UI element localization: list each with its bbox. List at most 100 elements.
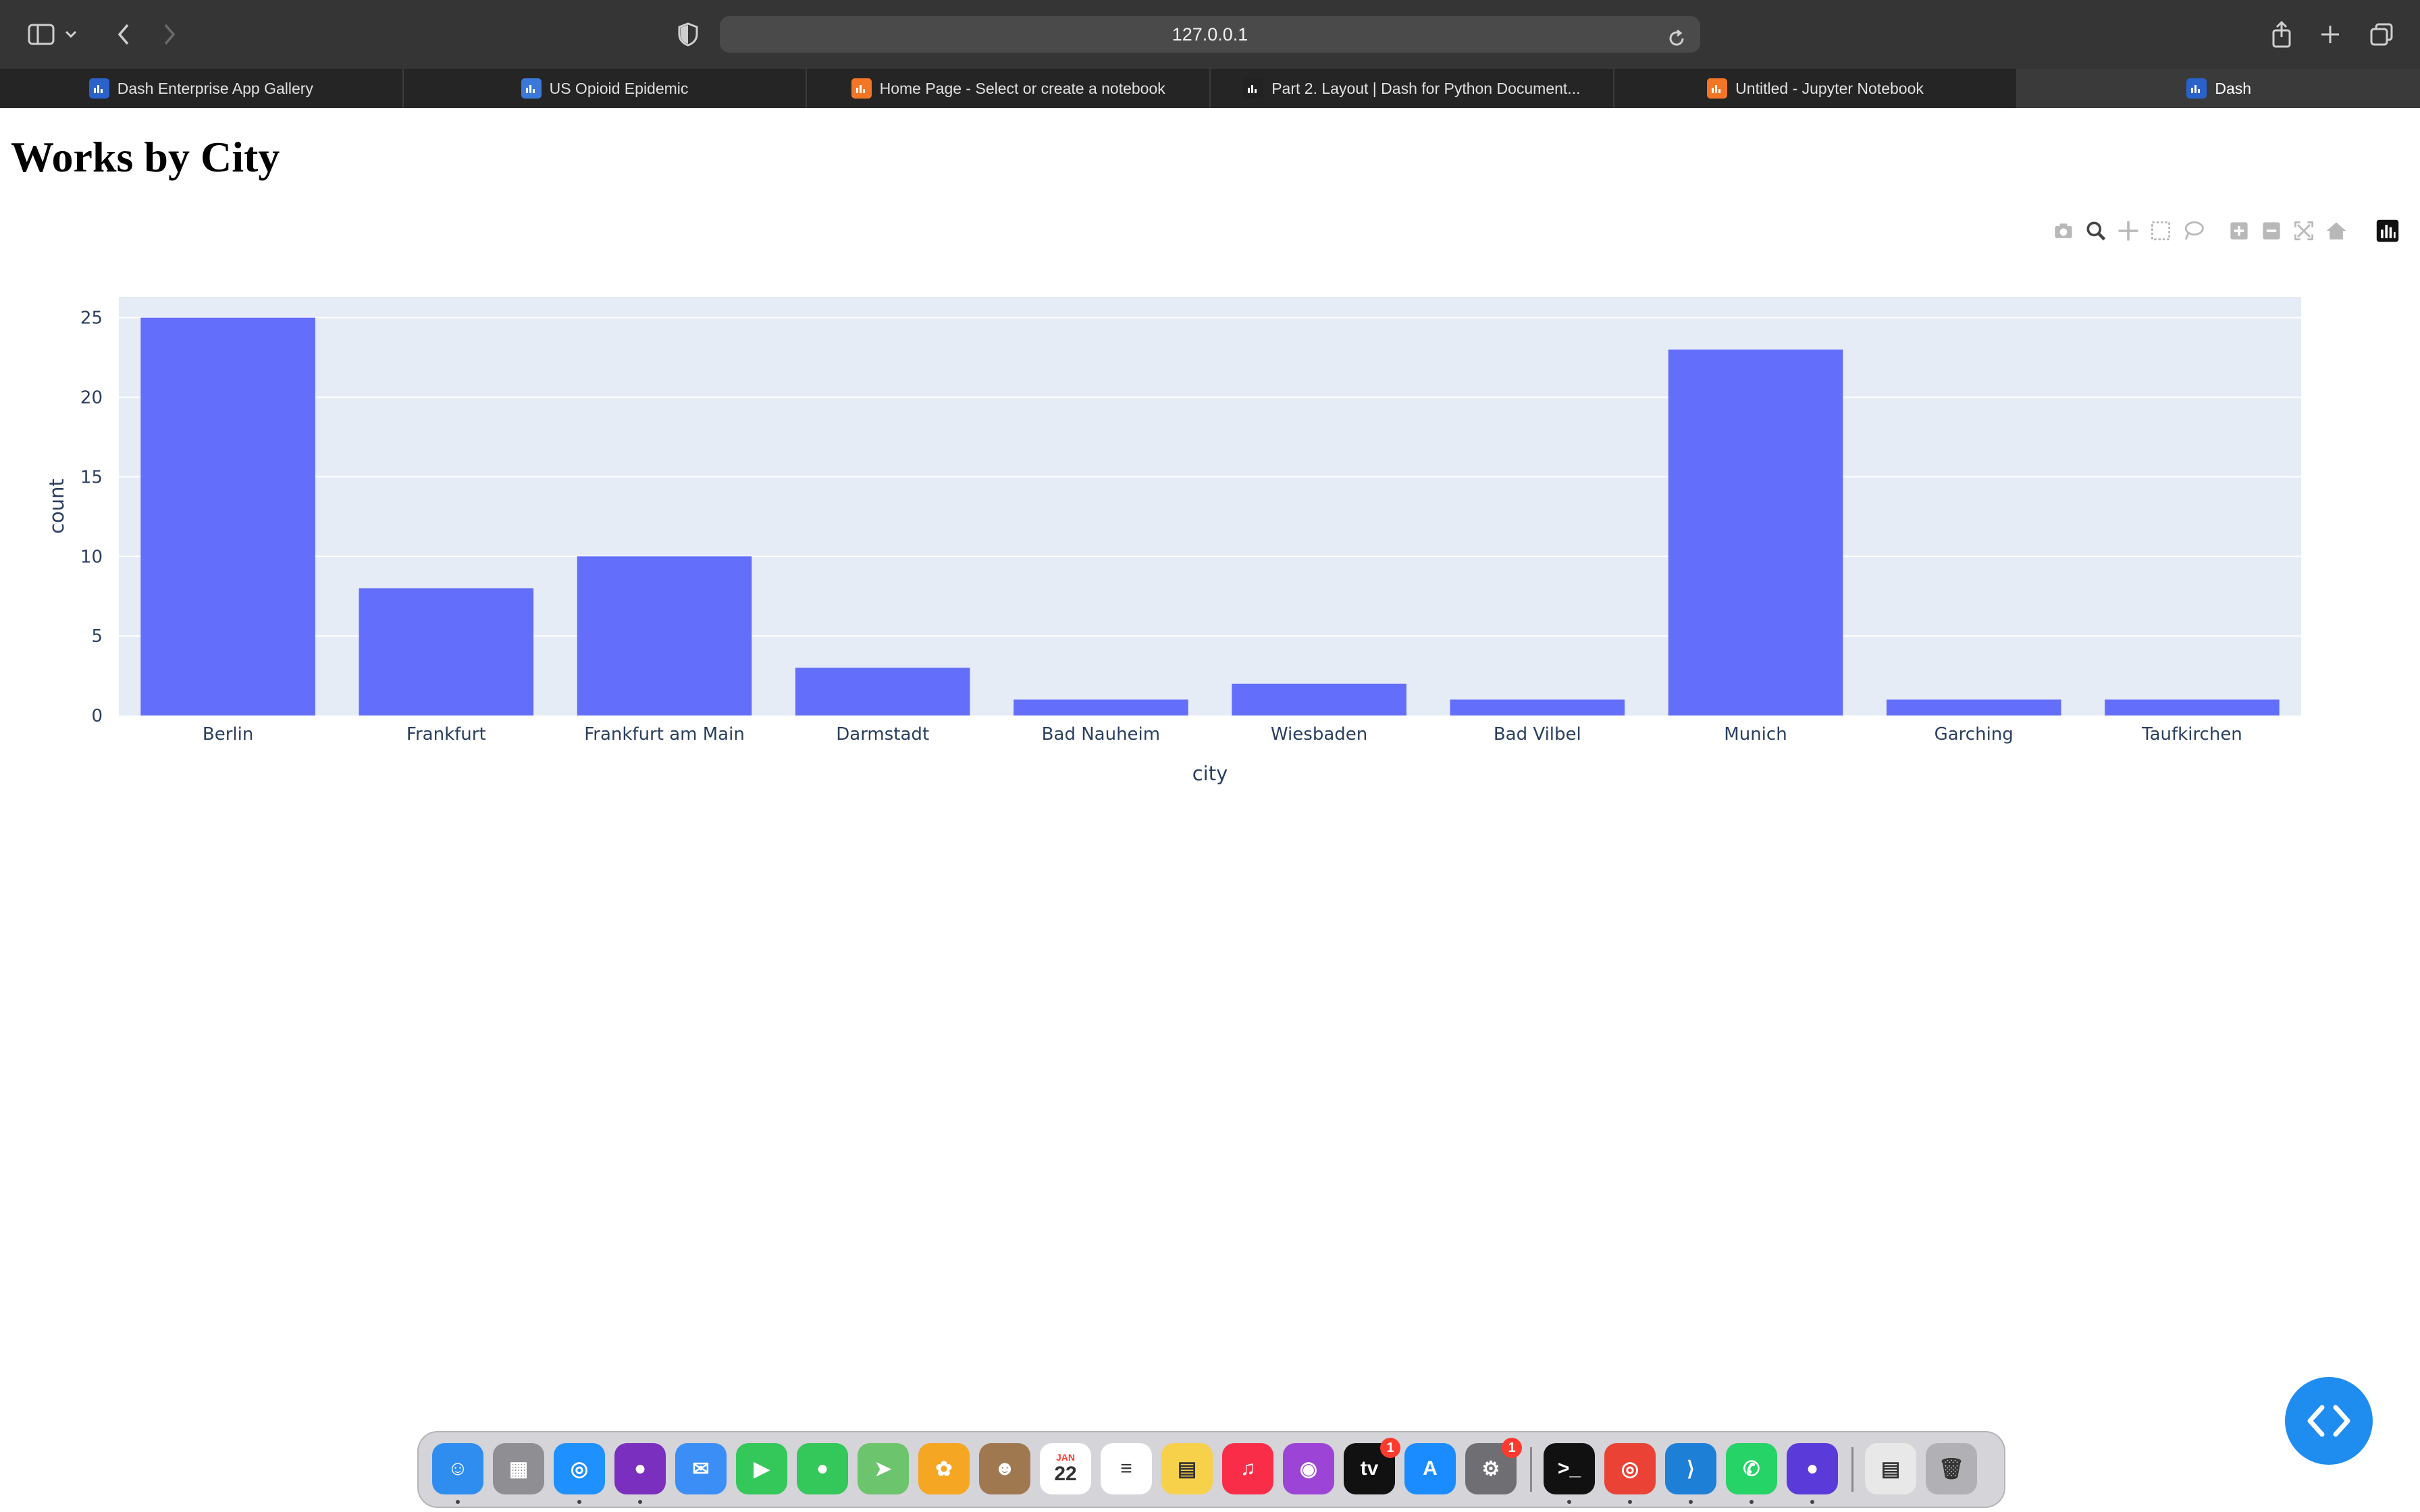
tab-0[interactable]: Dash Enterprise App Gallery [0, 69, 404, 108]
notes-icon[interactable]: ▤ [1161, 1443, 1213, 1494]
x-tick-label: Frankfurt [406, 724, 486, 745]
camera-icon[interactable] [2050, 217, 2077, 244]
x-tick-label: Taufkirchen [2141, 724, 2242, 745]
bar-berlin[interactable] [140, 317, 315, 716]
whatsapp-icon[interactable]: ✆ [1726, 1443, 1777, 1494]
contacts-icon[interactable]: ☻ [979, 1443, 1030, 1494]
tab-5[interactable]: Dash [2018, 69, 2420, 108]
bar-chart[interactable]: 0 5 10 15 20 25 Berlin Frankfurt Frankfurt am Ma… [0, 270, 2420, 796]
zoom-in-icon[interactable] [2226, 217, 2253, 244]
dock-separator [1851, 1447, 1853, 1492]
notification-badge: 1 [1502, 1438, 1522, 1458]
pan-icon[interactable] [2115, 217, 2142, 244]
bar-taufkirchen[interactable] [2105, 699, 2280, 716]
facetime-icon[interactable]: ▶ [736, 1443, 787, 1494]
dock-glyph: ◎ [1621, 1457, 1639, 1480]
bar-garching[interactable] [1886, 699, 2061, 716]
share-icon[interactable] [2266, 19, 2297, 50]
reload-icon[interactable] [1666, 24, 1687, 46]
running-indicator [1628, 1500, 1632, 1504]
tab-label: Home Page - Select or create a notebook [879, 79, 1165, 97]
maps-icon[interactable]: ➤ [858, 1443, 909, 1494]
app-store-icon[interactable]: A [1404, 1443, 1456, 1494]
new-tab-icon[interactable] [2315, 19, 2346, 50]
zoom-icon[interactable] [2082, 217, 2109, 244]
dock-glyph: ▦ [508, 1457, 529, 1480]
bar-frankfurt[interactable] [359, 588, 534, 716]
y-tick-label: 25 [80, 308, 103, 329]
dock-glyph: ▤ [1880, 1457, 1901, 1480]
firefox-dev-icon[interactable]: ● [1787, 1443, 1838, 1494]
x-tick-label: Darmstadt [836, 724, 929, 745]
dock-glyph: ✆ [1743, 1457, 1760, 1480]
tab-4[interactable]: Untitled - Jupyter Notebook [1614, 69, 2018, 108]
chevron-down-icon[interactable] [61, 19, 81, 50]
dash-app-icon [521, 78, 542, 99]
launchpad-icon[interactable]: ▦ [493, 1443, 544, 1494]
dock-glyph: 22 [1054, 1463, 1077, 1485]
forward-icon[interactable] [154, 19, 185, 50]
terminal-icon[interactable]: >_ [1544, 1443, 1595, 1494]
url-text: 127.0.0.1 [1172, 24, 1248, 45]
bar-munich[interactable] [1668, 349, 1843, 716]
back-icon[interactable] [108, 19, 139, 50]
x-tick-label: Berlin [203, 724, 253, 745]
dock-glyph: ☺ [447, 1457, 469, 1480]
tab-overview-icon[interactable] [2366, 19, 2397, 50]
system-preferences-icon[interactable]: ⚙ 1 [1465, 1438, 1522, 1494]
reset-axes-icon[interactable] [2323, 217, 2350, 244]
address-bar[interactable]: 127.0.0.1 [720, 16, 1700, 53]
dash-devtools-button[interactable] [2285, 1377, 2373, 1465]
dock-glyph: ⚙ [1481, 1457, 1500, 1480]
apple-tv-icon[interactable]: tv 1 [1344, 1438, 1400, 1494]
bar-bad-nauheim[interactable] [1014, 699, 1188, 716]
dock-glyph: tv [1360, 1457, 1379, 1480]
y-tick-label: 0 [91, 706, 103, 726]
notebook-icon [1707, 78, 1728, 99]
dash-app-icon [88, 78, 109, 99]
documents-icon[interactable]: ▤ [1865, 1443, 1916, 1494]
bar-bad-vilbel[interactable] [1450, 699, 1625, 716]
x-tick-label: Garching [1935, 724, 2014, 745]
safari-icon[interactable]: ◎ [554, 1443, 605, 1494]
music-icon[interactable]: ♫ [1222, 1443, 1273, 1494]
lasso-icon[interactable] [2180, 217, 2207, 244]
dock-glyph: >_ [1557, 1457, 1581, 1480]
messages-icon[interactable]: ● [797, 1443, 848, 1494]
finder-icon[interactable]: ☺ [432, 1443, 483, 1494]
calendar-icon[interactable]: JAN 22 [1040, 1443, 1091, 1494]
tab-label: Dash [2215, 79, 2252, 97]
page-title: Works by City [11, 133, 280, 181]
autoscale-icon[interactable] [2290, 217, 2317, 244]
tab-2[interactable]: Home Page - Select or create a notebook [807, 69, 1211, 108]
calendar-month: JAN [1055, 1452, 1075, 1463]
dock-glyph: A [1423, 1457, 1438, 1480]
mail-icon[interactable]: ✉ [675, 1443, 727, 1494]
box-select-icon[interactable] [2147, 217, 2174, 244]
plotly-docs-icon [1243, 78, 1264, 99]
bar-frankfurt-am-main[interactable] [577, 556, 752, 716]
vscode-icon[interactable]: ⟩ [1665, 1443, 1716, 1494]
trash-icon[interactable]: 🗑 [1926, 1443, 1977, 1494]
bar-wiesbaden[interactable] [1232, 683, 1406, 716]
y-tick-label: 15 [80, 467, 103, 487]
plotly-logo-icon[interactable] [2374, 217, 2401, 244]
dock-glyph: 🗑 [1938, 1457, 1965, 1480]
tab-label: Untitled - Jupyter Notebook [1735, 79, 1924, 97]
photos-icon[interactable]: ✿ [918, 1443, 970, 1494]
sidebar-toggle-icon[interactable] [26, 19, 57, 50]
bar-darmstadt[interactable] [795, 668, 970, 716]
podcasts-icon[interactable]: ◉ [1283, 1443, 1334, 1494]
dock-glyph: ▶ [754, 1457, 770, 1480]
chrome-icon[interactable]: ◎ [1604, 1443, 1656, 1494]
x-tick-label: Munich [1724, 724, 1787, 745]
privacy-shield-icon[interactable] [673, 19, 704, 50]
reminders-icon[interactable]: ≡ [1101, 1443, 1152, 1494]
firefox-icon[interactable]: ● [614, 1443, 666, 1494]
code-brackets-icon [2307, 1405, 2350, 1437]
tab-3[interactable]: Part 2. Layout | Dash for Python Documen… [1211, 69, 1614, 108]
zoom-out-icon[interactable] [2258, 217, 2285, 244]
dock-glyph: ● [633, 1457, 647, 1480]
tab-1[interactable]: US Opioid Epidemic [404, 69, 808, 108]
running-indicator [1750, 1500, 1754, 1504]
